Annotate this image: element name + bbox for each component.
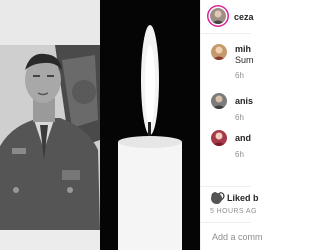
commenter-username[interactable]: mih [235, 44, 251, 54]
commenter-avatar[interactable] [211, 44, 227, 60]
add-comment-bar: Add a comm [201, 222, 263, 250]
commenter-username[interactable]: and [235, 133, 251, 143]
liker-avatar[interactable] [211, 193, 222, 204]
owner-handle[interactable]: ceza [234, 12, 254, 22]
liked-by-text[interactable]: Liked b [227, 193, 259, 203]
add-comment-input[interactable]: Add a comm [212, 232, 263, 242]
commenter-avatar[interactable] [211, 93, 227, 109]
comment-time[interactable]: 6h [235, 113, 244, 122]
comment-time[interactable]: 6h [235, 150, 244, 159]
comment-text: Sum [235, 55, 254, 65]
post-timestamp[interactable]: 5 HOURS AG [210, 208, 257, 215]
post-image[interactable] [0, 0, 200, 250]
post-header: ceza [201, 0, 254, 34]
commenter-avatar[interactable] [211, 130, 227, 146]
instagram-post-view: ceza mih Sum 6h anis 6h and 6h Liked b 5… [0, 0, 263, 250]
comment-time[interactable]: 6h [235, 71, 244, 80]
commenter-username[interactable]: anis [235, 96, 253, 106]
owner-avatar[interactable] [210, 8, 226, 24]
post-sidebar: ceza mih Sum 6h anis 6h and 6h Liked b 5… [200, 0, 263, 250]
